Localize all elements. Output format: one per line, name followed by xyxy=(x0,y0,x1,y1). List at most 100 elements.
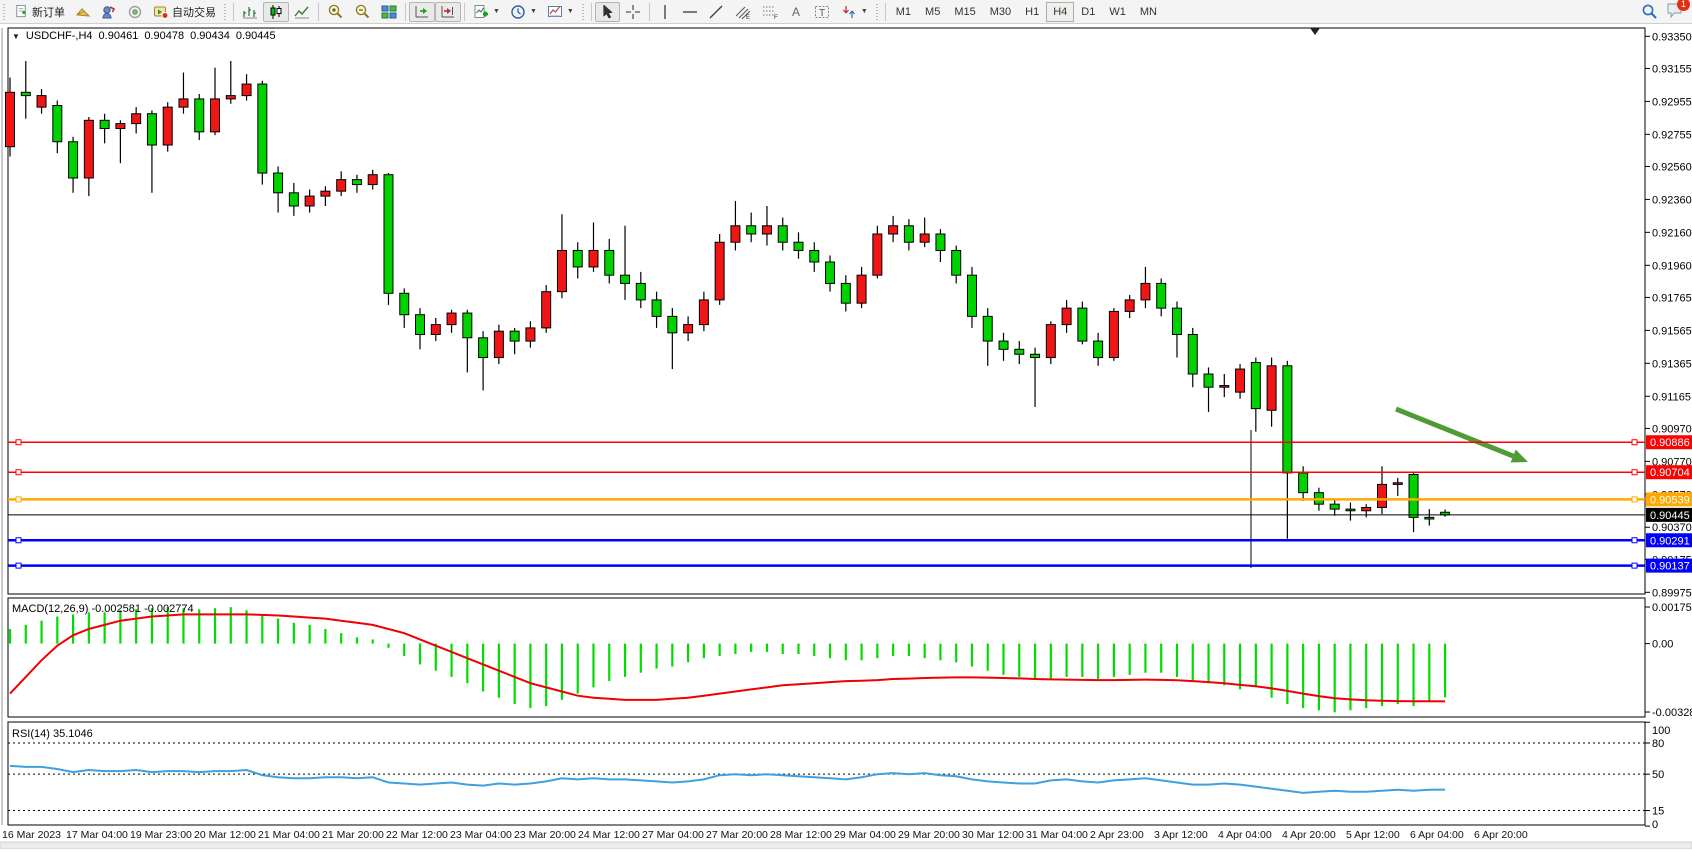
tab-timeframe-d1[interactable]: D1 xyxy=(1074,2,1102,22)
chevron-down-icon[interactable]: ▼ xyxy=(12,32,20,41)
periods-dropdown-caret[interactable]: ▼ xyxy=(530,8,537,15)
hline-right-handle[interactable] xyxy=(1632,440,1637,445)
zoom-in-button[interactable] xyxy=(322,2,349,22)
trendline-button[interactable] xyxy=(703,2,729,22)
time-axis-label[interactable]: 29 Mar 04:00 xyxy=(834,829,896,841)
main-pane[interactable] xyxy=(8,28,1645,594)
new-order-button[interactable]: 新订单 xyxy=(9,2,70,22)
time-axis-label[interactable]: 16 Mar 2023 xyxy=(2,829,61,841)
time-axis-label[interactable]: 23 Mar 04:00 xyxy=(450,829,512,841)
hline-right-handle[interactable] xyxy=(1632,470,1637,475)
templates-button[interactable]: ▼ xyxy=(542,2,579,22)
indicators-button[interactable]: ▼ xyxy=(468,2,505,22)
hline-left-handle[interactable] xyxy=(16,440,21,445)
horizontal-line-button[interactable] xyxy=(677,2,703,22)
time-axis-label[interactable]: 5 Apr 12:00 xyxy=(1346,829,1400,841)
crosshair-button[interactable] xyxy=(620,2,646,22)
auto-trading-button[interactable]: 自动交易 xyxy=(148,2,221,22)
tab-timeframe-mn[interactable]: MN xyxy=(1133,2,1164,22)
hline-left-handle[interactable] xyxy=(16,538,21,543)
time-axis-label[interactable]: 30 Mar 12:00 xyxy=(962,829,1024,841)
periods-button[interactable]: ▼ xyxy=(505,2,542,22)
time-axis-label[interactable]: 24 Mar 12:00 xyxy=(578,829,640,841)
candle-body xyxy=(289,193,298,206)
time-axis-label[interactable]: 6 Apr 20:00 xyxy=(1474,829,1528,841)
tab-timeframe-m5[interactable]: M5 xyxy=(918,2,947,22)
time-axis-label[interactable]: 19 Mar 23:00 xyxy=(130,829,192,841)
candle-body xyxy=(699,300,708,325)
equidistant-channel-button[interactable]: E xyxy=(729,2,757,22)
hline-right-handle[interactable] xyxy=(1632,538,1637,543)
templates-dropdown-caret[interactable]: ▼ xyxy=(567,8,574,15)
tab-timeframe-m30[interactable]: M30 xyxy=(983,2,1018,22)
market-watch-button[interactable] xyxy=(70,2,96,22)
time-axis-label[interactable]: 17 Mar 04:00 xyxy=(66,829,128,841)
text-label-button[interactable]: T xyxy=(809,2,836,22)
time-axis-label[interactable]: 23 Mar 20:00 xyxy=(514,829,576,841)
search-icon[interactable] xyxy=(1641,3,1658,20)
time-axis-label[interactable]: 21 Mar 20:00 xyxy=(322,829,384,841)
time-axis-label[interactable]: 20 Mar 12:00 xyxy=(194,829,256,841)
time-axis-label[interactable]: 6 Apr 04:00 xyxy=(1410,829,1464,841)
tab-timeframe-h4[interactable]: H4 xyxy=(1046,2,1074,22)
zoom-out-button[interactable] xyxy=(349,2,376,22)
candle-body xyxy=(573,250,582,266)
candle-body xyxy=(810,250,819,262)
time-axis-label[interactable]: 22 Mar 12:00 xyxy=(386,829,448,841)
rsi-pane-label: RSI(14) 35.1046 xyxy=(12,728,93,740)
candle-body xyxy=(1109,311,1118,357)
bar-chart-button[interactable] xyxy=(237,2,263,22)
time-axis-label[interactable]: 28 Mar 12:00 xyxy=(770,829,832,841)
chart-shift-button[interactable] xyxy=(435,2,461,22)
time-axis-label[interactable]: 27 Mar 04:00 xyxy=(642,829,704,841)
bar-chart-icon xyxy=(242,4,258,20)
rsi-pane[interactable] xyxy=(8,722,1645,825)
toolbar-grip[interactable] xyxy=(223,4,228,20)
notifications-button[interactable]: 1 xyxy=(1666,2,1684,22)
time-axis-label[interactable]: 4 Apr 20:00 xyxy=(1282,829,1336,841)
toolbar-grip[interactable] xyxy=(581,4,586,20)
time-axis-label[interactable]: 21 Mar 04:00 xyxy=(258,829,320,841)
candle-body xyxy=(826,262,835,283)
candlestick-chart-canvas[interactable]: 0.933500.931550.929550.927550.925600.923… xyxy=(0,24,1692,849)
hline-left-handle[interactable] xyxy=(16,470,21,475)
hline-right-handle[interactable] xyxy=(1632,497,1637,502)
new-order-icon xyxy=(14,4,29,19)
macd-pane[interactable] xyxy=(8,598,1645,717)
auto-scroll-button[interactable] xyxy=(409,2,435,22)
vertical-line-button[interactable] xyxy=(653,2,677,22)
tab-timeframe-h1[interactable]: H1 xyxy=(1018,2,1046,22)
arrows-button[interactable]: ▼ xyxy=(836,2,873,22)
zoom-in-icon xyxy=(327,3,344,20)
tab-timeframe-m1[interactable]: M1 xyxy=(889,2,918,22)
candle-body xyxy=(1283,366,1292,473)
candlestick-chart-button[interactable] xyxy=(263,2,289,22)
line-chart-button[interactable] xyxy=(289,2,315,22)
main-toolbar: 新订单 自动交易 xyxy=(0,0,1692,24)
time-axis-label[interactable]: 27 Mar 20:00 xyxy=(706,829,768,841)
tab-timeframe-m15[interactable]: M15 xyxy=(947,2,982,22)
hline-right-handle[interactable] xyxy=(1632,563,1637,568)
text-button[interactable]: A xyxy=(785,2,809,22)
tab-timeframe-w1[interactable]: W1 xyxy=(1102,2,1133,22)
chart-area[interactable]: ▼ USDCHF-,H4 0.90461 0.90478 0.90434 0.9… xyxy=(0,24,1692,849)
price-tick-label: 0.92360 xyxy=(1652,194,1692,206)
tile-windows-icon xyxy=(381,4,397,20)
time-axis-label[interactable]: 29 Mar 20:00 xyxy=(898,829,960,841)
toolbar-grip[interactable] xyxy=(2,4,7,20)
fibonacci-button[interactable]: F xyxy=(757,2,785,22)
sound-button[interactable] xyxy=(122,2,148,22)
cursor-button[interactable] xyxy=(595,2,620,22)
hline-left-handle[interactable] xyxy=(16,563,21,568)
data-window-button[interactable] xyxy=(96,2,122,22)
tile-windows-button[interactable] xyxy=(376,2,402,22)
hline-left-handle[interactable] xyxy=(16,497,21,502)
time-axis-label[interactable]: 3 Apr 12:00 xyxy=(1154,829,1208,841)
time-axis-label[interactable]: 31 Mar 04:00 xyxy=(1026,829,1088,841)
arrows-dropdown-caret[interactable]: ▼ xyxy=(861,8,868,15)
indicators-dropdown-caret[interactable]: ▼ xyxy=(493,8,500,15)
time-axis-label[interactable]: 2 Apr 23:00 xyxy=(1090,829,1144,841)
time-axis-label[interactable]: 4 Apr 04:00 xyxy=(1218,829,1272,841)
price-tick-label: 0.92955 xyxy=(1652,96,1692,108)
toolbar-grip[interactable] xyxy=(875,4,880,20)
